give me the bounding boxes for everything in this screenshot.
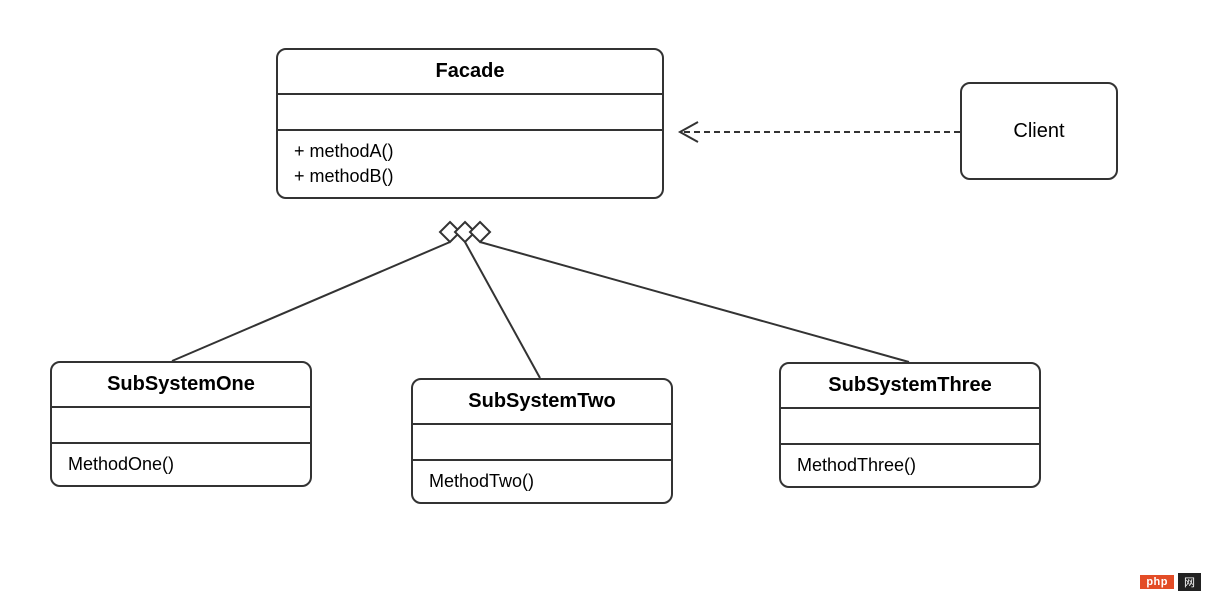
watermark-cn-badge: 网 — [1178, 573, 1201, 591]
facade-method-a: + methodA() — [294, 139, 646, 164]
subsystem-one-name: SubSystemOne — [52, 363, 310, 408]
subsystem-one-attrs — [52, 408, 310, 444]
client-class-name: Client — [1013, 120, 1064, 143]
subsystem-two-name: SubSystemTwo — [413, 380, 671, 425]
subsystem-two-method: MethodTwo() — [429, 469, 655, 494]
subsystem-three-name: SubSystemThree — [781, 364, 1039, 409]
subsystem-three-box: SubSystemThree MethodThree() — [779, 362, 1041, 488]
facade-method-b: + methodB() — [294, 164, 646, 189]
subsystem-two-box: SubSystemTwo MethodTwo() — [411, 378, 673, 504]
subsystem-one-method: MethodOne() — [68, 452, 294, 477]
watermark-php-badge: php — [1140, 575, 1174, 589]
subsystem-three-method: MethodThree() — [797, 453, 1023, 478]
subsystem-one-box: SubSystemOne MethodOne() — [50, 361, 312, 487]
subsystem-two-methods: MethodTwo() — [413, 461, 671, 502]
facade-attrs-compartment — [278, 95, 662, 131]
subsystem-three-methods: MethodThree() — [781, 445, 1039, 486]
facade-class-box: Facade + methodA() + methodB() — [276, 48, 664, 199]
subsystem-three-attrs — [781, 409, 1039, 445]
subsystem-one-methods: MethodOne() — [52, 444, 310, 485]
client-class-box: Client — [960, 82, 1118, 180]
facade-methods-compartment: + methodA() + methodB() — [278, 131, 662, 197]
watermark: php 网 — [1140, 573, 1201, 591]
subsystem-two-attrs — [413, 425, 671, 461]
facade-class-name: Facade — [278, 50, 662, 95]
